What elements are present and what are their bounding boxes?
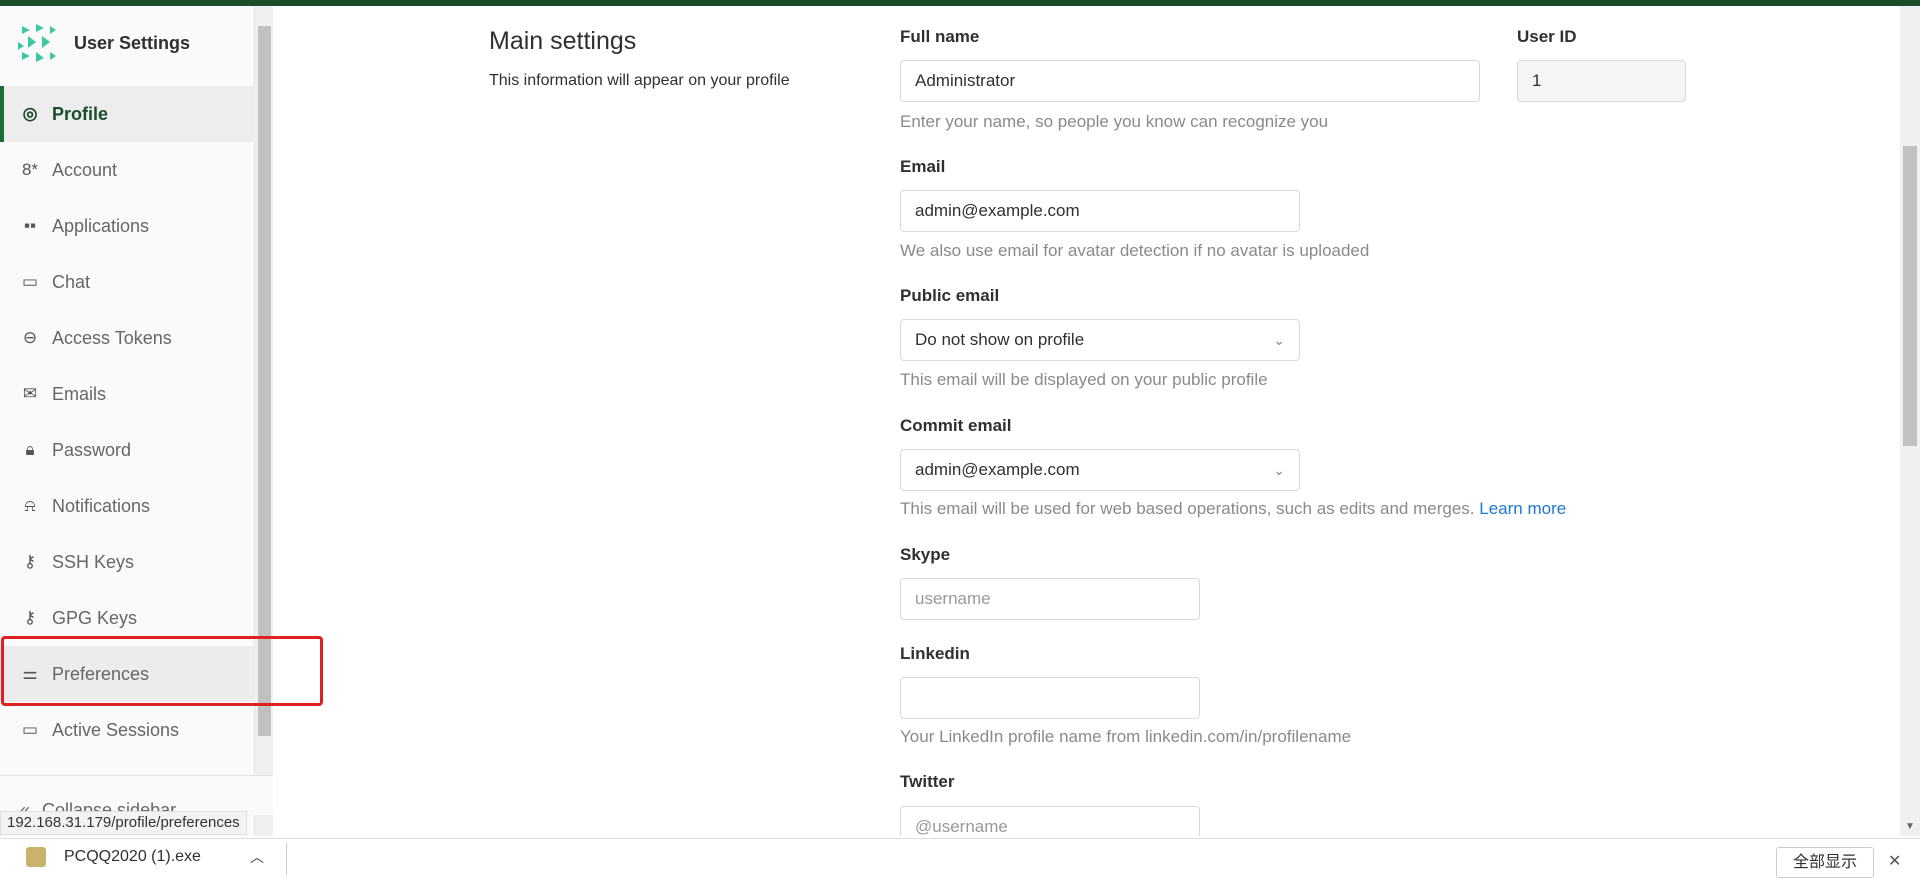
twitter-input[interactable]: @username (900, 806, 1200, 836)
show-all-button[interactable]: 全部显示 (1776, 847, 1874, 878)
sidebar-item-label: Account (52, 159, 118, 180)
sidebar-item-label: SSH Keys (52, 551, 135, 572)
page-scrollbar-thumb[interactable] (1903, 146, 1917, 446)
commit-email-help-text: This email will be used for web based op… (900, 499, 1475, 518)
sidebar-item-label: Password (52, 439, 132, 460)
status-url: 192.168.31.179/profile/preferences (0, 811, 247, 835)
sidebar-item-label: Active Sessions (52, 719, 180, 740)
sidebar-item-access-tokens[interactable]: ⊖ Access Tokens (0, 310, 255, 366)
email-input[interactable]: admin@example.com (900, 190, 1300, 232)
download-bar: PCQQ2020 (1).exe ︿ 全部显示 ✕ (0, 838, 1920, 878)
skype-input[interactable]: username (900, 578, 1200, 620)
learn-more-link[interactable]: Learn more (1479, 499, 1566, 518)
linkedin-input[interactable] (900, 677, 1200, 719)
page-subtitle: This information will appear on your pro… (489, 72, 790, 89)
sidebar-item-applications[interactable]: ▪▪ Applications (0, 198, 255, 254)
key-icon: ⚷ (23, 552, 37, 571)
twitter-label: Twitter (900, 772, 955, 791)
public-email-label: Public email (900, 286, 1000, 305)
linkedin-label: Linkedin (900, 644, 970, 663)
email-help: We also use email for avatar detection i… (900, 241, 1370, 260)
sidebar: User Settings ◎ Profile 8* Account ▪▪ Appli… (0, 6, 255, 836)
sidebar-item-label: Emails (52, 383, 107, 404)
skype-label: Skype (900, 545, 951, 564)
profile-icon: ◎ (22, 104, 38, 123)
logo-icon (18, 24, 56, 62)
main-content: Main settings This information will appe… (273, 6, 1900, 836)
divider (286, 843, 287, 875)
email-label: Email (900, 157, 946, 176)
linkedin-help: Your LinkedIn profile name from linkedin… (900, 727, 1352, 746)
user-id-input: 1 (1517, 60, 1686, 102)
sidebar-title: User Settings (74, 32, 191, 53)
sidebar-item-label: GPG Keys (52, 607, 138, 628)
page-scrollbar[interactable]: ▼ (1900, 6, 1920, 836)
commit-email-select[interactable]: admin@example.com ⌄ (900, 449, 1300, 491)
public-email-select[interactable]: Do not show on profile ⌄ (900, 319, 1300, 361)
sidebar-item-active-sessions[interactable]: ▭ Active Sessions (0, 702, 255, 758)
sidebar-scrollbar-thumb[interactable] (258, 26, 271, 736)
public-email-help: This email will be displayed on your pub… (900, 370, 1268, 389)
chevron-up-icon[interactable]: ︿ (250, 847, 264, 867)
token-icon: ⊖ (22, 328, 38, 347)
page-title: Main settings (489, 27, 637, 55)
full-name-input[interactable]: Administrator (900, 60, 1480, 102)
sidebar-item-profile[interactable]: ◎ Profile (0, 86, 255, 142)
commit-email-label: Commit email (900, 416, 1012, 435)
full-name-label: Full name (900, 27, 980, 46)
scroll-down-icon[interactable]: ▼ (1905, 821, 1915, 832)
account-icon: 8* (21, 160, 39, 179)
full-name-help: Enter your name, so people you know can … (900, 112, 1329, 131)
chat-icon: ▭ (21, 272, 39, 291)
chevron-down-icon: ⌄ (1273, 332, 1285, 348)
sidebar-item-emails[interactable]: ✉ Emails (0, 366, 255, 422)
applications-icon: ▪▪ (23, 216, 37, 235)
chevron-down-icon: ⌄ (1273, 462, 1285, 478)
close-icon[interactable]: ✕ (1888, 851, 1901, 871)
sidebar-item-ssh-keys[interactable]: ⚷ SSH Keys (0, 534, 255, 590)
sidebar-item-password[interactable]: 🔒︎ Password (0, 422, 255, 478)
public-email-value: Do not show on profile (915, 330, 1085, 349)
commit-email-value: admin@example.com (915, 460, 1080, 479)
sidebar-header[interactable]: User Settings (14, 20, 190, 66)
download-filename: PCQQ2020 (1).exe (64, 848, 201, 865)
sidebar-item-label: Applications (52, 215, 150, 236)
sidebar-item-label: Notifications (52, 495, 151, 516)
lock-icon: 🔒︎ (25, 440, 35, 459)
sidebar-item-chat[interactable]: ▭ Chat (0, 254, 255, 310)
qq-file-icon (26, 847, 46, 867)
sidebar-item-label: Access Tokens (52, 327, 172, 348)
download-item[interactable]: PCQQ2020 (1).exe (26, 847, 201, 867)
sidebar-item-notifications[interactable]: ⍾ Notifications (0, 478, 255, 534)
sidebar-item-label: Profile (52, 103, 109, 124)
sidebar-item-account[interactable]: 8* Account (0, 142, 255, 198)
key-icon: ⚷ (23, 608, 37, 627)
sidebar-scrollbar[interactable] (255, 6, 273, 836)
sidebar-item-label: Chat (52, 271, 91, 292)
collapse-sidebar-button[interactable]: «Collapse sidebar (0, 775, 273, 815)
monitor-icon: ▭ (21, 720, 39, 739)
bell-icon: ⍾ (24, 496, 36, 515)
commit-email-help: This email will be used for web based op… (900, 499, 1566, 519)
user-id-label: User ID (1517, 27, 1577, 46)
envelope-icon: ✉ (22, 384, 38, 403)
